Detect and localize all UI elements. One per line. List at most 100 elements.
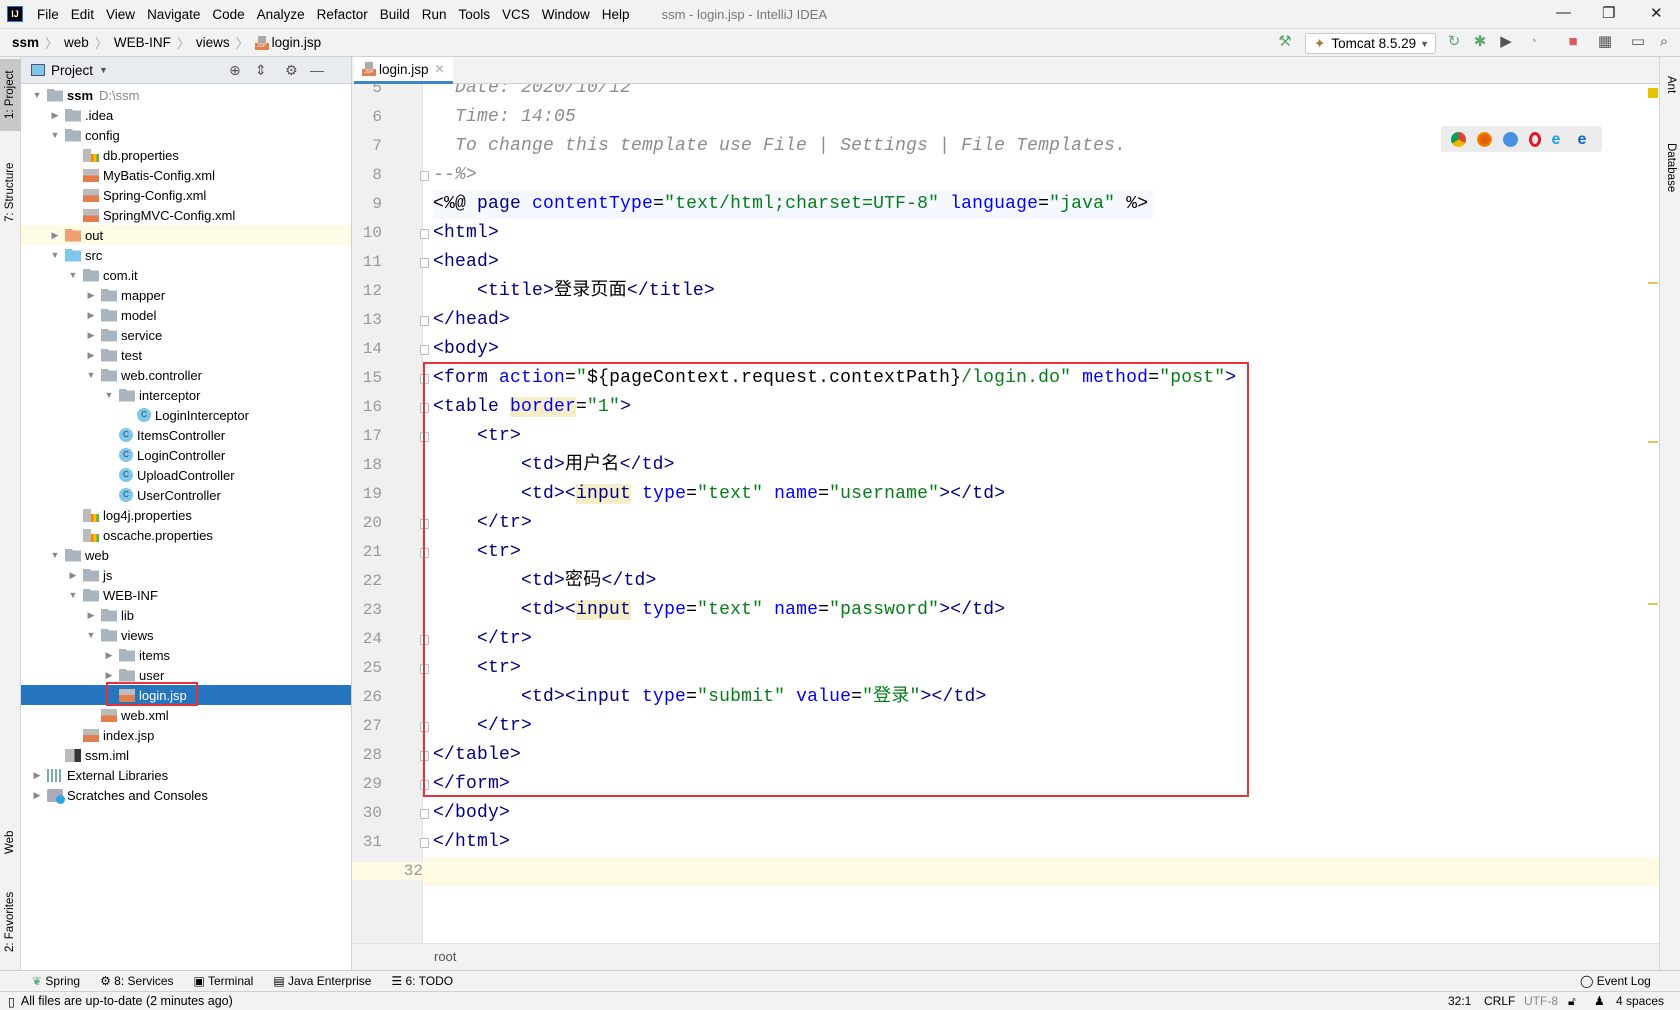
- line-number[interactable]: 13: [352, 311, 382, 329]
- run-configuration-select[interactable]: ✦ Tomcat 8.5.29 ▼: [1305, 33, 1436, 54]
- code-line[interactable]: Date: 2020/10/12: [433, 84, 631, 103]
- code-line[interactable]: </body>: [433, 799, 510, 828]
- scroll-marker[interactable]: [1648, 603, 1658, 605]
- breadcrumb-root[interactable]: root: [434, 949, 456, 964]
- line-separator[interactable]: CRLF: [1484, 994, 1515, 1008]
- collapsed-arrow-icon[interactable]: ▶: [84, 310, 98, 321]
- profile-icon[interactable]: ◔: [1524, 33, 1542, 51]
- collapsed-arrow-icon[interactable]: ▶: [84, 350, 98, 361]
- line-number[interactable]: 10: [352, 224, 382, 242]
- collapsed-arrow-icon[interactable]: ▶: [102, 670, 116, 681]
- tree-item[interactable]: C ItemsController: [21, 425, 351, 445]
- collapsed-arrow-icon[interactable]: ▶: [84, 290, 98, 301]
- tree-item[interactable]: db.properties: [21, 145, 351, 165]
- internet-explorer-icon[interactable]: e: [1552, 131, 1567, 147]
- tree-item[interactable]: ▶ items: [21, 645, 351, 665]
- web-tool-tab[interactable]: Web: [0, 817, 21, 867]
- tree-item[interactable]: ▼ ssm D:\ssm: [21, 85, 351, 105]
- code-line[interactable]: <html>: [433, 219, 499, 248]
- line-number[interactable]: 8: [352, 166, 382, 184]
- tree-item[interactable]: C UploadController: [21, 465, 351, 485]
- expanded-arrow-icon[interactable]: ▼: [48, 250, 62, 260]
- tree-item[interactable]: ▶ mapper: [21, 285, 351, 305]
- fold-marker-icon[interactable]: [420, 809, 429, 819]
- chevron-down-icon[interactable]: ▼: [99, 65, 108, 75]
- code-line[interactable]: Time: 14:05: [433, 103, 576, 132]
- firefox-icon[interactable]: [1476, 131, 1492, 147]
- tree-item[interactable]: ▼ views: [21, 625, 351, 645]
- tree-item[interactable]: ▼ com.it: [21, 265, 351, 285]
- collapsed-arrow-icon[interactable]: ▶: [84, 610, 98, 621]
- breadcrumb-ssm[interactable]: ssm: [12, 35, 39, 50]
- breadcrumb-login-jsp[interactable]: login.jsp: [272, 35, 322, 50]
- scroll-marker[interactable]: [1648, 282, 1658, 284]
- locate-file-icon[interactable]: ⊕: [229, 62, 241, 79]
- breadcrumb-web-inf[interactable]: WEB-INF: [114, 35, 171, 50]
- menu-code[interactable]: Code: [212, 7, 244, 22]
- expanded-arrow-icon[interactable]: ▼: [48, 550, 62, 560]
- inspector-icon[interactable]: ♟: [1594, 994, 1605, 1008]
- collapsed-arrow-icon[interactable]: ▶: [30, 770, 44, 781]
- lock-icon[interactable]: 🔓︎: [1568, 994, 1576, 1009]
- line-number[interactable]: 9: [352, 195, 382, 213]
- project-structure-icon[interactable]: ▦: [1596, 33, 1614, 51]
- tree-item[interactable]: ▶ lib: [21, 605, 351, 625]
- search-icon[interactable]: ⌕: [1655, 33, 1673, 51]
- database-tool-tab[interactable]: Database: [1660, 123, 1680, 213]
- code-line[interactable]: <title>登录页面</title>: [433, 277, 715, 306]
- collapse-all-icon[interactable]: ⇕: [255, 62, 267, 79]
- indent-setting[interactable]: 4 spaces: [1616, 994, 1664, 1008]
- tree-item[interactable]: ▼ web.controller: [21, 365, 351, 385]
- terminal-window-icon[interactable]: ▭: [1629, 33, 1647, 51]
- menu-file[interactable]: File: [37, 7, 59, 22]
- event-log-button[interactable]: ◯ Event Log: [1580, 974, 1651, 988]
- menu-vcs[interactable]: VCS: [502, 7, 530, 22]
- expanded-arrow-icon[interactable]: ▼: [84, 370, 98, 380]
- menu-build[interactable]: Build: [380, 7, 410, 22]
- fold-marker-icon[interactable]: [420, 345, 429, 355]
- safari-icon[interactable]: [1502, 131, 1518, 147]
- tree-item[interactable]: ▶ .idea: [21, 105, 351, 125]
- expanded-arrow-icon[interactable]: ▼: [102, 390, 116, 400]
- java-enterprise-tool-button[interactable]: ▤ Java Enterprise: [273, 974, 371, 988]
- expanded-arrow-icon[interactable]: ▼: [84, 630, 98, 640]
- tree-item[interactable]: ▶ test: [21, 345, 351, 365]
- line-number[interactable]: 26: [352, 688, 382, 706]
- tree-item[interactable]: ▼ WEB-INF: [21, 585, 351, 605]
- line-number[interactable]: 15: [352, 369, 382, 387]
- expanded-arrow-icon[interactable]: ▼: [66, 270, 80, 280]
- line-number[interactable]: 29: [352, 775, 382, 793]
- collapsed-arrow-icon[interactable]: ▶: [66, 570, 80, 581]
- menu-navigate[interactable]: Navigate: [147, 7, 200, 22]
- line-number[interactable]: 27: [352, 717, 382, 735]
- hide-panel-icon[interactable]: —: [310, 62, 324, 78]
- structure-tool-tab[interactable]: 7: Structure: [0, 147, 21, 237]
- menu-window[interactable]: Window: [542, 7, 590, 22]
- line-number[interactable]: 30: [352, 804, 382, 822]
- line-number[interactable]: 12: [352, 282, 382, 300]
- menu-refactor[interactable]: Refactor: [317, 7, 368, 22]
- tree-item[interactable]: ▶ user: [21, 665, 351, 685]
- services-tool-button[interactable]: ⚙ 8: Services: [100, 974, 173, 988]
- tree-item[interactable]: ssm.iml: [21, 745, 351, 765]
- fold-marker-icon[interactable]: [420, 229, 429, 239]
- terminal-tool-button[interactable]: ▣ Terminal: [194, 974, 254, 988]
- collapsed-arrow-icon[interactable]: ▶: [48, 230, 62, 241]
- fold-marker-icon[interactable]: [420, 838, 429, 848]
- line-number[interactable]: 17: [352, 427, 382, 445]
- code-line[interactable]: To change this template use File | Setti…: [433, 132, 1126, 161]
- tree-item[interactable]: ▶ out: [21, 225, 351, 245]
- stop-icon[interactable]: ■: [1564, 33, 1582, 51]
- breadcrumb-web[interactable]: web: [64, 35, 89, 50]
- fold-marker-icon[interactable]: [420, 258, 429, 268]
- fold-marker-icon[interactable]: [420, 171, 429, 181]
- menu-view[interactable]: View: [106, 7, 135, 22]
- code-line[interactable]: <%@ page contentType="text/html;charset=…: [433, 190, 1148, 219]
- rerun-icon[interactable]: ↻: [1445, 33, 1463, 51]
- tree-item[interactable]: log4j.properties: [21, 505, 351, 525]
- toggle-tool-windows-icon[interactable]: ▯: [8, 994, 15, 1009]
- tree-item[interactable]: ▼ interceptor: [21, 385, 351, 405]
- tree-item[interactable]: C LoginInterceptor: [21, 405, 351, 425]
- line-number[interactable]: 22: [352, 572, 382, 590]
- line-number[interactable]: 19: [352, 485, 382, 503]
